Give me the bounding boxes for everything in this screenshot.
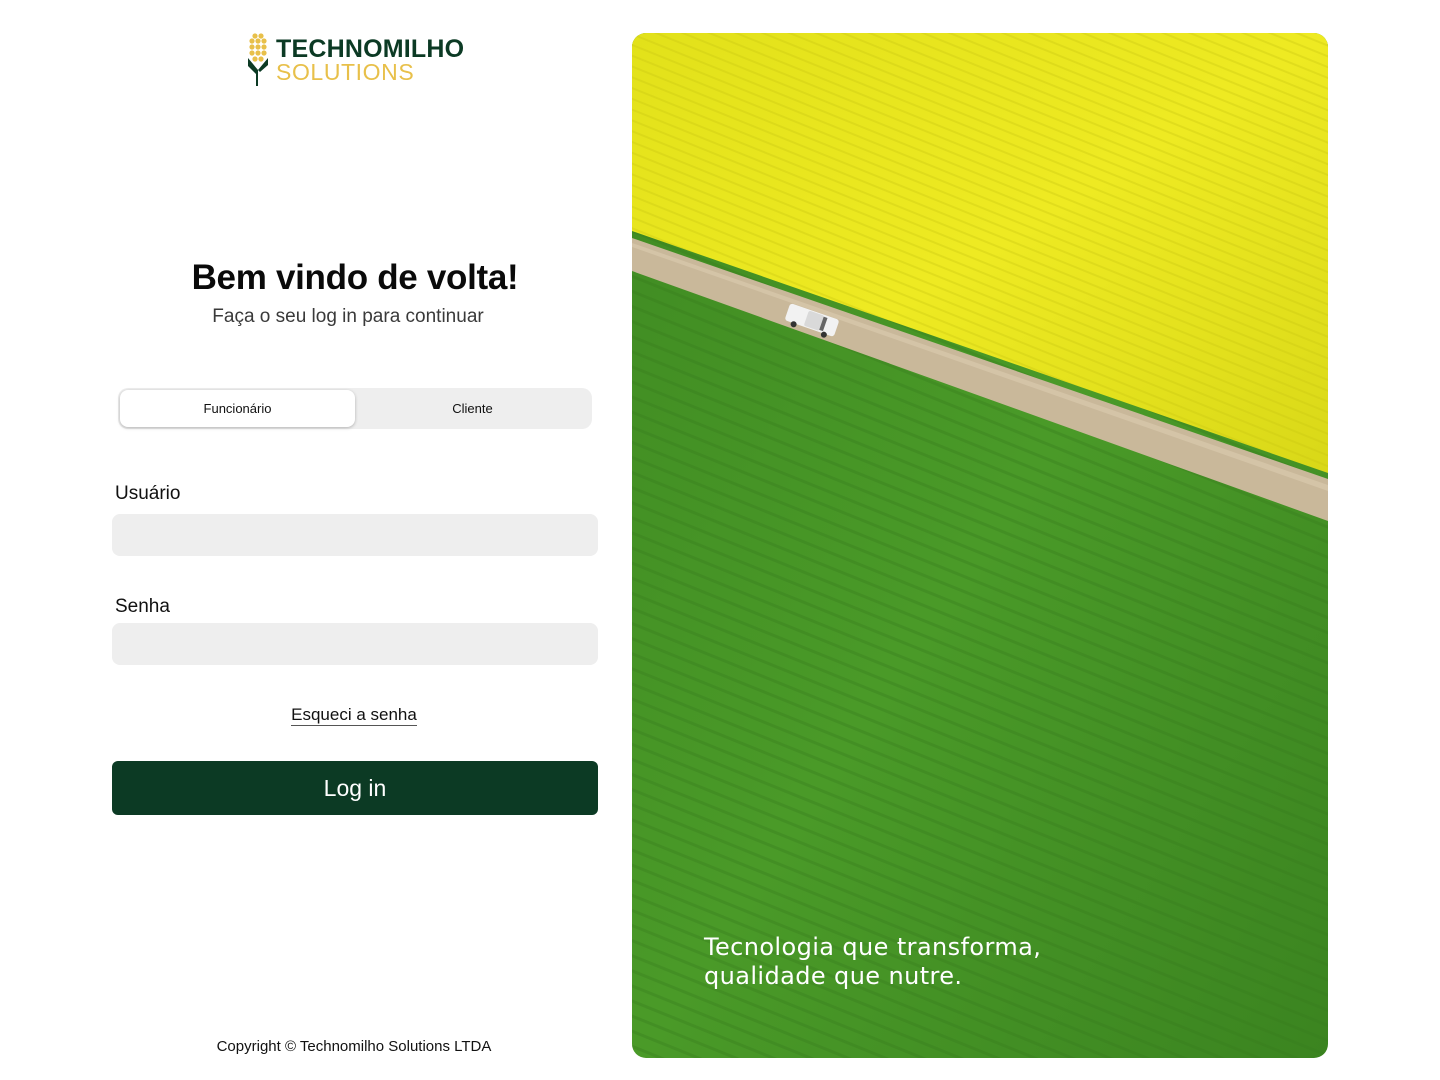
aerial-farm-fields-photo — [632, 33, 1328, 1058]
brand-logo[interactable]: TECHNOMILHO SOLUTIONS — [246, 32, 476, 88]
copyright-text: Copyright © Technomilho Solutions LTDA — [216, 1038, 492, 1055]
password-label: Senha — [115, 596, 170, 617]
hero-tagline: Tecnologia que transforma, qualidade que… — [704, 933, 1124, 991]
account-type-toggle: Funcionário Cliente — [118, 388, 592, 429]
login-button[interactable]: Log in — [112, 761, 598, 815]
hero-image: Tecnologia que transforma, qualidade que… — [632, 33, 1328, 1058]
page-title: Bem vindo de volta! — [191, 258, 519, 297]
hero-tagline-line-1: Tecnologia que transforma, — [704, 933, 1042, 961]
corn-cob-icon — [248, 33, 268, 86]
username-label: Usuário — [115, 483, 181, 504]
brand-tagline: SOLUTIONS — [276, 59, 415, 85]
password-input[interactable] — [112, 623, 598, 665]
page-subtitle: Faça o seu log in para continuar — [212, 306, 484, 327]
hero-tagline-line-2: qualidade que nutre. — [704, 962, 963, 990]
forgot-password-link[interactable]: Esqueci a senha — [291, 705, 417, 726]
username-input[interactable] — [112, 514, 598, 556]
tab-funcionario[interactable]: Funcionário — [120, 390, 355, 427]
forgot-password-row: Esqueci a senha — [112, 704, 596, 726]
tab-cliente[interactable]: Cliente — [355, 390, 590, 427]
login-page: TECHNOMILHO SOLUTIONS Bem vindo de volta… — [0, 0, 1440, 1080]
